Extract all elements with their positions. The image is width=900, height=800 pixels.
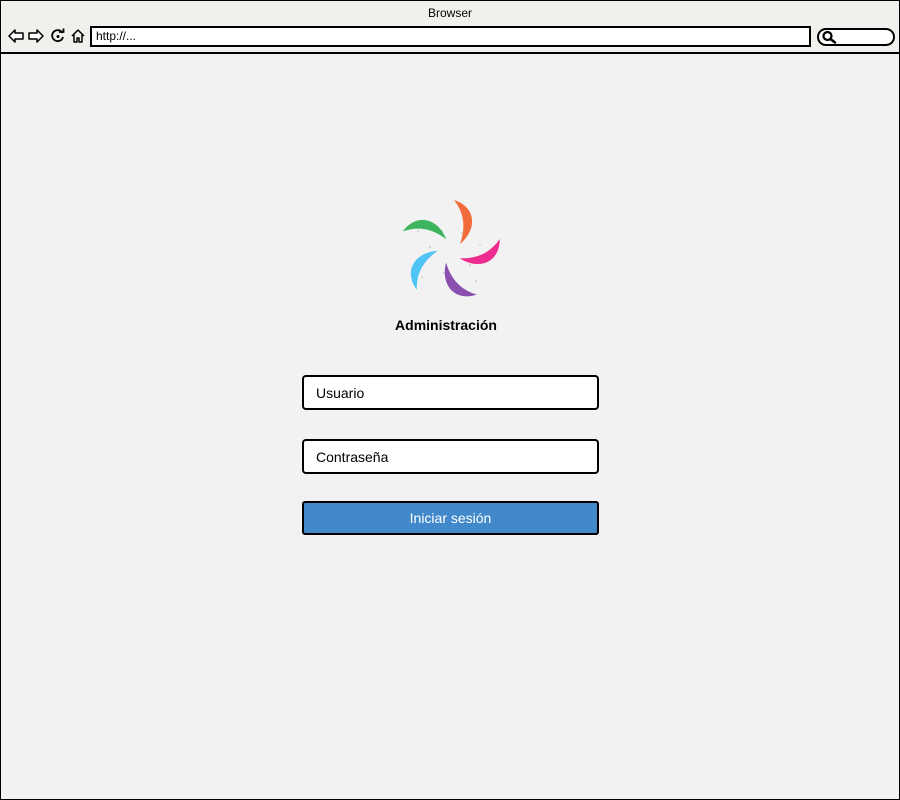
home-icon[interactable]	[69, 27, 87, 45]
app-logo	[397, 198, 503, 304]
password-field[interactable]	[302, 439, 599, 474]
logo-petal-blue	[410, 250, 438, 290]
logo-petal-green	[402, 219, 447, 240]
forward-arrow-icon[interactable]	[27, 27, 45, 45]
window-title: Browser	[1, 1, 899, 23]
address-bar[interactable]: http://...	[90, 26, 811, 47]
browser-toolbar: http://...	[1, 23, 899, 54]
password-input[interactable]	[304, 441, 586, 472]
logo-petal-pink	[459, 239, 500, 265]
back-arrow-icon[interactable]	[7, 27, 25, 45]
logo-petal-orange	[454, 200, 473, 244]
search-icon	[821, 30, 837, 44]
page-content: Administración Iniciar sesión	[1, 54, 899, 799]
reload-icon[interactable]	[49, 27, 67, 45]
login-button[interactable]: Iniciar sesión	[302, 501, 599, 535]
logo-petal-purple	[444, 262, 477, 297]
username-input[interactable]	[304, 377, 586, 408]
browser-search-box[interactable]	[817, 28, 895, 46]
browser-window: Browser http://... Administración Usuari…	[0, 0, 900, 800]
app-title: Administración	[395, 317, 497, 333]
username-field[interactable]	[302, 375, 599, 410]
